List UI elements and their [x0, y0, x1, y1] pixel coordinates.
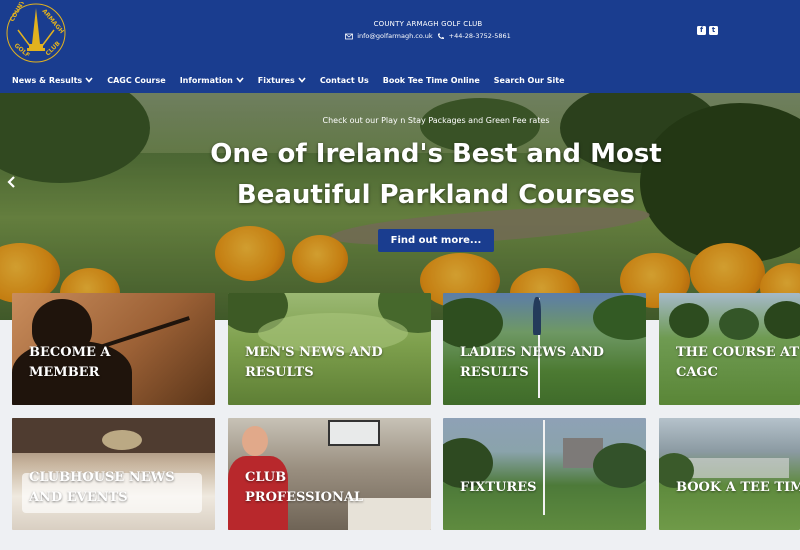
tile-clubhouse-news[interactable]: CLUBHOUSE NEWS AND EVENTS	[12, 418, 215, 530]
chevron-down-icon	[85, 77, 93, 83]
nav-fixtures[interactable]: Fixtures	[258, 76, 306, 85]
tile-label: CLUB PROFESSIONAL	[245, 468, 363, 508]
nav-label: Information	[179, 75, 233, 85]
nav-cagc-course[interactable]: CAGC Course	[107, 76, 165, 85]
nav-search-site[interactable]: Search Our Site	[494, 76, 565, 85]
hero-title: One of Ireland's Best and Most Beautiful…	[0, 134, 800, 216]
tile-label: LADIES NEWS AND RESULTS	[460, 343, 604, 383]
club-logo[interactable]: COUNTY ARMAGH GOLF CLUB	[4, 2, 68, 64]
nav-label: Search Our Site	[493, 75, 565, 85]
chevron-left-icon[interactable]	[6, 175, 18, 189]
tile-line2: AND EVENTS	[29, 490, 128, 505]
facebook-icon[interactable]: f	[697, 26, 706, 35]
nav-label: Fixtures	[257, 75, 295, 85]
tile-line1: CLUBHOUSE NEWS	[29, 470, 175, 485]
contact-row: info@golfarmagh.co.uk +44-28-3752-5861	[300, 32, 556, 40]
tile-course-cagc[interactable]: THE COURSE AT CAGC	[659, 293, 800, 405]
tile-line1: MEN'S NEWS AND	[245, 345, 383, 360]
nav-book-tee-time[interactable]: Book Tee Time Online	[383, 76, 480, 85]
tree	[669, 303, 709, 338]
main-navigation: News & Results CAGC Course Information F…	[12, 74, 579, 86]
phone-link[interactable]: +44-28-3752-5861	[449, 32, 511, 40]
hero-subtitle[interactable]: Check out our Play n Stay Packages and G…	[0, 116, 800, 125]
club-contact-info: COUNTY ARMAGH GOLF CLUB info@golfarmagh.…	[300, 20, 556, 40]
tree	[593, 443, 646, 488]
tile-club-professional[interactable]: CLUB PROFESSIONAL	[228, 418, 431, 530]
tile-label: BOOK A TEE TIME	[676, 478, 800, 498]
tile-label: CLUBHOUSE NEWS AND EVENTS	[29, 468, 175, 508]
tile-label: FIXTURES	[460, 478, 537, 498]
tile-book-tee-time[interactable]: BOOK A TEE TIME	[659, 418, 800, 530]
nav-contact-us[interactable]: Contact Us	[320, 76, 369, 85]
tile-line2: CAGC	[676, 365, 718, 380]
club-name: COUNTY ARMAGH GOLF CLUB	[373, 20, 483, 28]
phone-icon	[437, 32, 444, 39]
tv-screen	[328, 420, 380, 446]
tile-become-member[interactable]: BECOME A MEMBER	[12, 293, 215, 405]
chevron-down-icon	[236, 77, 244, 83]
tile-line2: MEMBER	[29, 365, 100, 380]
tree	[593, 295, 646, 340]
tile-line1: BECOME A	[29, 345, 111, 360]
tile-line2: PROFESSIONAL	[245, 490, 364, 505]
nav-label: CAGC Course	[107, 75, 166, 85]
nav-information[interactable]: Information	[180, 76, 244, 85]
person-head	[242, 426, 268, 456]
nav-label: Book Tee Time Online	[382, 75, 480, 85]
tile-line1: CLUB	[245, 470, 287, 485]
site-header: COUNTY ARMAGH GOLF CLUB COUNTY ARMAGH GO…	[0, 0, 800, 93]
tile-line2: RESULTS	[245, 365, 314, 380]
svg-text:CLUB: CLUB	[44, 40, 62, 58]
nav-label: Contact Us	[319, 75, 369, 85]
tree	[443, 298, 503, 348]
nav-label: News & Results	[12, 75, 83, 85]
tree	[719, 308, 759, 340]
find-out-more-button[interactable]: Find out more...	[378, 229, 494, 252]
tile-line1: THE COURSE AT	[676, 345, 800, 360]
tree	[764, 301, 800, 339]
hero-slider: Check out our Play n Stay Packages and G…	[0, 93, 800, 320]
tile-line1: BOOK A TEE TIME	[676, 480, 800, 495]
twitter-icon[interactable]: t	[709, 26, 718, 35]
tile-mens-news[interactable]: MEN'S NEWS AND RESULTS	[228, 293, 431, 405]
tile-ladies-news[interactable]: LADIES NEWS AND RESULTS	[443, 293, 646, 405]
chevron-down-icon	[298, 77, 306, 83]
flag-pole	[543, 420, 545, 515]
email-icon	[345, 33, 354, 39]
tile-label: THE COURSE AT CAGC	[676, 343, 799, 383]
hero-title-line1: One of Ireland's Best and Most	[210, 139, 662, 169]
nav-news-results[interactable]: News & Results	[12, 76, 93, 85]
email-link[interactable]: info@golfarmagh.co.uk	[357, 32, 432, 40]
svg-text:COUNTY: COUNTY	[9, 2, 29, 23]
tile-fixtures[interactable]: FIXTURES	[443, 418, 646, 530]
flag	[533, 297, 541, 335]
tile-label: MEN'S NEWS AND RESULTS	[245, 343, 383, 383]
tile-line1: LADIES NEWS AND	[460, 345, 604, 360]
social-links: f t	[697, 26, 718, 35]
tile-line2: RESULTS	[460, 365, 529, 380]
tile-label: BECOME A MEMBER	[29, 343, 110, 383]
chandelier	[102, 430, 142, 450]
hero-title-line2: Beautiful Parkland Courses	[236, 180, 636, 210]
tile-line1: FIXTURES	[460, 480, 537, 495]
